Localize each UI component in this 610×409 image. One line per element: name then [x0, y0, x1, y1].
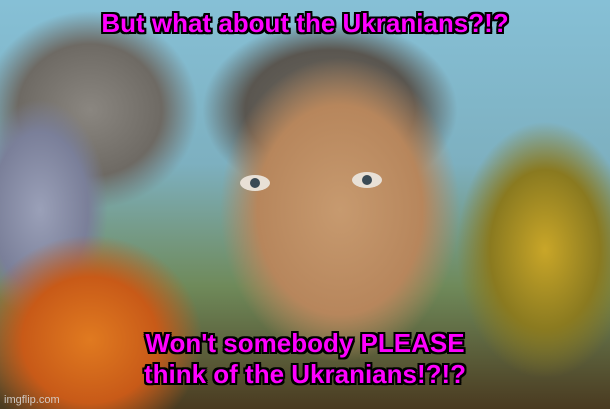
right-eye	[352, 172, 382, 188]
left-eye	[240, 175, 270, 191]
bottom-caption: Won't somebody PLEASE think of the Ukran…	[0, 328, 610, 390]
top-caption: But what about the Ukranians?!?	[101, 8, 509, 38]
watermark: imgflip.com	[4, 394, 60, 406]
bottom-caption-line-2: think of the Ukranians!?!?	[143, 359, 467, 389]
bottom-caption-line-1: Won't somebody PLEASE	[145, 328, 465, 358]
